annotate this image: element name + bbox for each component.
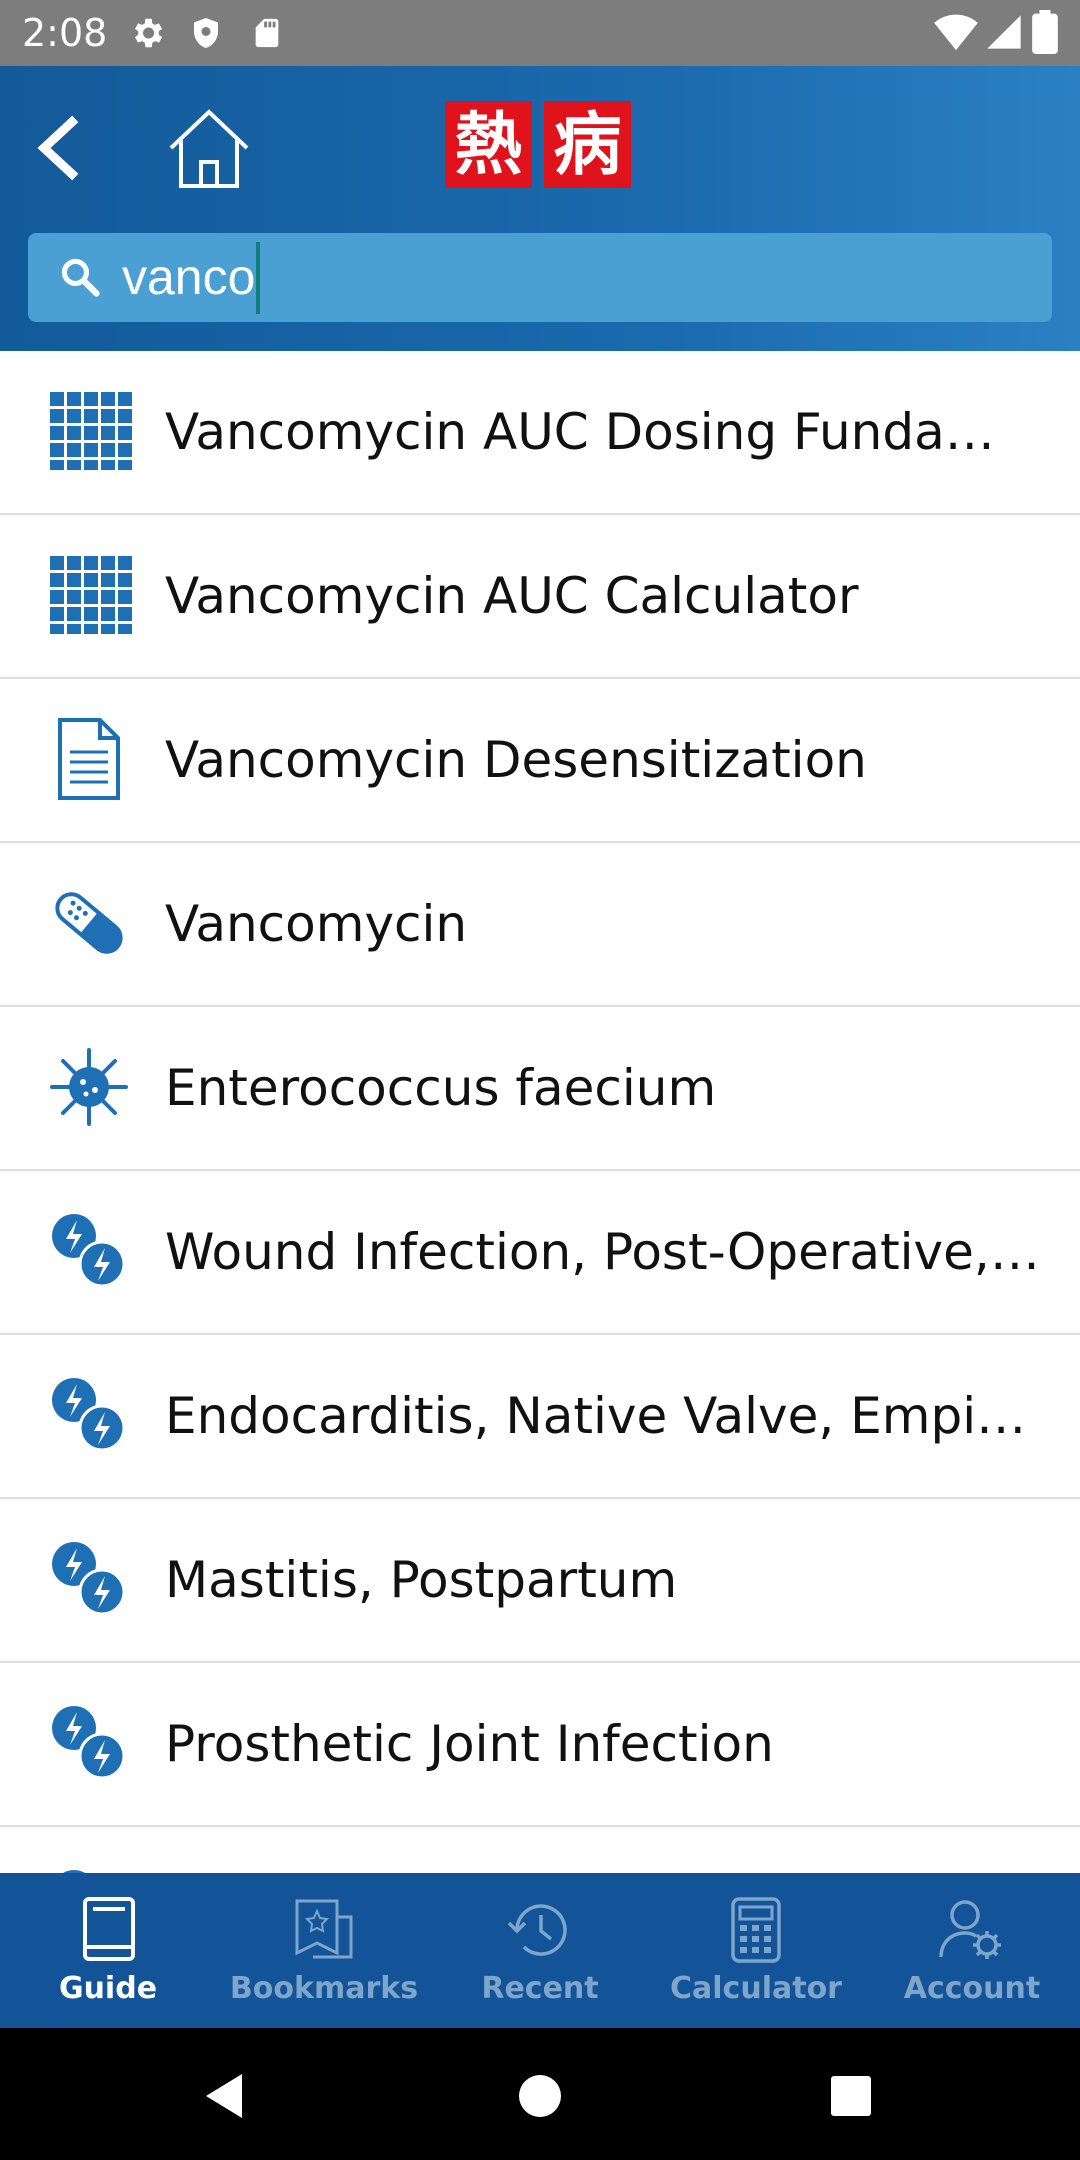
tab-guide[interactable]: Guide — [0, 1873, 216, 2028]
lightning-pair-icon — [52, 1378, 126, 1452]
logo-char: 熱 — [445, 101, 532, 188]
search-results-list[interactable]: Vancomycin AUC Dosing Fundamen... Vancom… — [0, 351, 1080, 1873]
tab-recent[interactable]: Recent — [432, 1873, 648, 2028]
tab-label: Account — [903, 1971, 1041, 2006]
list-item[interactable]: Vancomycin — [0, 843, 1080, 1007]
nav-home-icon[interactable] — [518, 2074, 562, 2118]
list-item[interactable]: Wound Infection, Post-Operative, Po... — [0, 1171, 1080, 1335]
lightning-pair-icon — [52, 1706, 126, 1780]
lightning-pair-icon — [52, 1214, 126, 1288]
status-bar: 2:08 — [0, 0, 1080, 66]
list-item-label: Vancomycin — [165, 895, 468, 953]
back-arrow-icon — [37, 115, 79, 181]
list-item[interactable]: Endocarditis, Native Valve, Empiric T... — [0, 1335, 1080, 1499]
list-item-label: Prosthetic Joint Infection — [165, 1715, 774, 1773]
history-icon — [507, 1904, 567, 1956]
list-item[interactable]: Mastitis, Postpartum — [0, 1499, 1080, 1663]
tab-bookmarks[interactable]: Bookmarks — [216, 1873, 432, 2028]
back-button[interactable] — [30, 108, 90, 188]
search-icon — [61, 258, 100, 297]
list-item[interactable]: Prosthetic Joint Infection — [0, 1663, 1080, 1827]
pill-icon — [55, 892, 123, 954]
list-item-label: Wound Infection, Post-Operative, Po... — [165, 1223, 1040, 1281]
list-item[interactable]: Vancomycin AUC Calculator — [0, 515, 1080, 679]
list-item[interactable]: Enterococcus faecium — [0, 1007, 1080, 1171]
list-item-label: Mastitis, Postpartum — [165, 1551, 678, 1609]
calculator-icon — [731, 1897, 781, 1963]
nav-back-icon[interactable] — [202, 2072, 246, 2120]
search-input-text: vanco — [122, 249, 256, 305]
app-header: 熱 病 vanco — [0, 66, 1080, 351]
battery-icon — [1032, 10, 1058, 54]
gear-icon — [134, 18, 163, 48]
home-icon — [169, 109, 249, 188]
list-item[interactable]: Vancomycin Desensitization — [0, 679, 1080, 843]
status-time: 2:08 — [22, 11, 108, 55]
nav-recents-icon[interactable] — [829, 2074, 873, 2118]
list-item-label: Vancomycin Desensitization — [165, 731, 867, 789]
account-settings-icon — [939, 1900, 1001, 1959]
search-bar[interactable]: vanco — [28, 233, 1052, 322]
signal-icon — [987, 15, 1021, 49]
list-item-label — [165, 1827, 1040, 1873]
grid-calculator-icon — [50, 392, 132, 470]
list-item-label: Enterococcus faecium — [165, 1059, 717, 1117]
lightning-pair-icon — [62, 1870, 86, 1873]
text-cursor — [256, 241, 261, 314]
document-icon — [58, 718, 120, 800]
tab-label: Recent — [481, 1971, 599, 2006]
list-item-label: Endocarditis, Native Valve, Empiric T... — [165, 1387, 1040, 1445]
tab-label: Calculator — [670, 1971, 842, 2006]
shield-icon — [194, 18, 218, 48]
home-button[interactable] — [165, 104, 253, 192]
search-input[interactable]: vanco — [122, 233, 261, 322]
book-icon — [83, 1897, 135, 1961]
tab-label: Bookmarks — [229, 1971, 419, 2006]
bookmarks-icon — [295, 1899, 353, 1959]
bottom-tab-bar: Guide Bookmarks Recent Calculator Accoun… — [0, 1873, 1080, 2028]
app-logo: 熱 病 — [445, 101, 631, 189]
tab-calculator[interactable]: Calculator — [648, 1873, 864, 2028]
grid-calculator-icon — [50, 556, 132, 634]
list-item[interactable] — [0, 1827, 1080, 1873]
bacteria-icon — [50, 1048, 128, 1126]
logo-char: 病 — [544, 101, 631, 188]
sd-card-icon — [255, 18, 279, 48]
list-item-label: Vancomycin AUC Dosing Fundamen... — [165, 403, 1040, 461]
system-nav-bar — [0, 2028, 1080, 2160]
list-item[interactable]: Vancomycin AUC Dosing Fundamen... — [0, 351, 1080, 515]
tab-label: Guide — [58, 1971, 158, 2006]
lightning-pair-icon — [52, 1542, 126, 1616]
tab-account[interactable]: Account — [864, 1873, 1080, 2028]
list-item-label: Vancomycin AUC Calculator — [165, 567, 859, 625]
wifi-icon — [934, 14, 978, 51]
